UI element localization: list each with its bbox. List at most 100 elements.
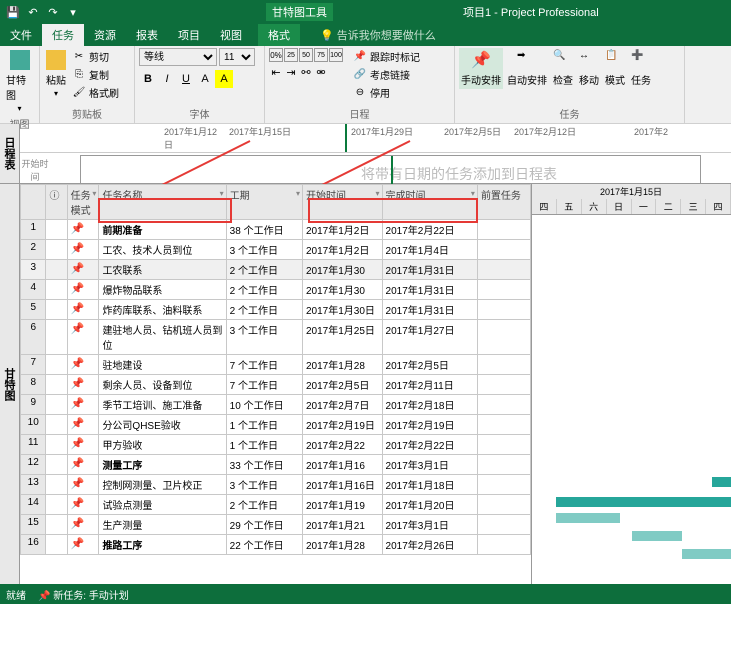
table-row[interactable]: 2 📌 工农、技术人员到位 3 个工作日 2017年1月2日 2017年1月4日 — [21, 240, 531, 260]
table-row[interactable]: 6 📌 建驻地人员、钻机班人员到位 3 个工作日 2017年1月25日 2017… — [21, 320, 531, 355]
pred-cell[interactable] — [477, 475, 530, 495]
start-cell[interactable]: 2017年1月30 — [303, 260, 383, 280]
gantt-bar[interactable] — [556, 513, 620, 523]
finish-cell[interactable]: 2017年2月19日 — [382, 415, 477, 435]
redo-icon[interactable]: ↷ — [44, 3, 62, 21]
pred-cell[interactable] — [477, 260, 530, 280]
table-row[interactable]: 16 📌 推路工序 22 个工作日 2017年1月28 2017年2月26日 — [21, 535, 531, 555]
row-number[interactable]: 13 — [21, 475, 46, 495]
col-name[interactable]: 任务名称▾ — [99, 185, 226, 220]
link-icon[interactable]: ⚯ — [299, 65, 313, 79]
duration-cell[interactable]: 2 个工作日 — [226, 280, 302, 300]
gantt-bar[interactable] — [682, 549, 731, 559]
pred-cell[interactable] — [477, 395, 530, 415]
tell-me[interactable]: 💡 告诉我你想要做什么 — [300, 24, 446, 46]
paste-button[interactable]: 粘贴▾ — [44, 48, 68, 100]
finish-cell[interactable]: 2017年2月22日 — [382, 220, 477, 240]
mode-cell[interactable]: 📌 — [67, 495, 99, 515]
mode-cell[interactable]: 📌 — [67, 455, 99, 475]
col-info[interactable]: ⓘ — [46, 185, 67, 220]
start-cell[interactable]: 2017年1月2日 — [303, 240, 383, 260]
name-cell[interactable]: 推路工序 — [99, 535, 226, 555]
gantt-bar[interactable] — [712, 477, 731, 487]
auto-schedule-button[interactable]: ➡自动安排 — [505, 48, 549, 89]
col-mode[interactable]: 任务模式▾ — [67, 185, 99, 220]
pred-cell[interactable] — [477, 415, 530, 435]
gantt-view-button[interactable]: 甘特图▾ — [4, 48, 35, 115]
track-mark-button[interactable]: 📌跟踪时标记 — [351, 48, 422, 65]
copy-button[interactable]: ⎘复制 — [70, 66, 121, 83]
table-row[interactable]: 15 📌 生产测量 29 个工作日 2017年1月21 2017年3月1日 — [21, 515, 531, 535]
start-cell[interactable]: 2017年2月7日 — [303, 395, 383, 415]
pred-cell[interactable] — [477, 240, 530, 260]
table-row[interactable]: 13 📌 控制网测量、卫片校正 3 个工作日 2017年1月16日 2017年1… — [21, 475, 531, 495]
start-cell[interactable]: 2017年1月28 — [303, 535, 383, 555]
tab-view[interactable]: 视图 — [210, 24, 252, 46]
finish-cell[interactable]: 2017年1月18日 — [382, 475, 477, 495]
info-cell[interactable] — [46, 515, 67, 535]
finish-cell[interactable]: 2017年1月31日 — [382, 260, 477, 280]
name-cell[interactable]: 爆炸物品联系 — [99, 280, 226, 300]
duration-cell[interactable]: 2 个工作日 — [226, 300, 302, 320]
table-row[interactable]: 3 📌 工农联系 2 个工作日 2017年1月30 2017年1月31日 — [21, 260, 531, 280]
fill-color-button[interactable]: A — [215, 70, 233, 88]
duration-cell[interactable]: 10 个工作日 — [226, 395, 302, 415]
start-cell[interactable]: 2017年1月21 — [303, 515, 383, 535]
duration-cell[interactable]: 1 个工作日 — [226, 435, 302, 455]
pred-cell[interactable] — [477, 355, 530, 375]
name-cell[interactable]: 测量工序 — [99, 455, 226, 475]
info-cell[interactable] — [46, 495, 67, 515]
row-number[interactable]: 16 — [21, 535, 46, 555]
start-cell[interactable]: 2017年1月19 — [303, 495, 383, 515]
start-cell[interactable]: 2017年1月2日 — [303, 220, 383, 240]
info-cell[interactable] — [46, 300, 67, 320]
finish-cell[interactable]: 2017年1月20日 — [382, 495, 477, 515]
start-cell[interactable]: 2017年1月30 — [303, 280, 383, 300]
row-number[interactable]: 10 — [21, 415, 46, 435]
start-cell[interactable]: 2017年1月30日 — [303, 300, 383, 320]
gantt-bar[interactable] — [556, 497, 731, 507]
mode-cell[interactable]: 📌 — [67, 415, 99, 435]
finish-cell[interactable]: 2017年2月22日 — [382, 435, 477, 455]
start-cell[interactable]: 2017年2月5日 — [303, 375, 383, 395]
duration-cell[interactable]: 3 个工作日 — [226, 320, 302, 355]
task-button[interactable]: ➕任务 — [629, 48, 653, 89]
pred-cell[interactable] — [477, 535, 530, 555]
info-cell[interactable] — [46, 535, 67, 555]
name-cell[interactable]: 驻地建设 — [99, 355, 226, 375]
tab-report[interactable]: 报表 — [126, 24, 168, 46]
percent-0-icon[interactable]: 0% — [269, 48, 283, 62]
mode-cell[interactable]: 📌 — [67, 240, 99, 260]
save-icon[interactable]: 💾 — [4, 3, 22, 21]
duration-cell[interactable]: 22 个工作日 — [226, 535, 302, 555]
info-cell[interactable] — [46, 375, 67, 395]
table-row[interactable]: 10 📌 分公司QHSE验收 1 个工作日 2017年2月19日 2017年2月… — [21, 415, 531, 435]
name-cell[interactable]: 建驻地人员、钻机班人员到位 — [99, 320, 226, 355]
inspect-button[interactable]: 🔍检查 — [551, 48, 575, 89]
row-number[interactable]: 2 — [21, 240, 46, 260]
mode-cell[interactable]: 📌 — [67, 475, 99, 495]
row-number[interactable]: 12 — [21, 455, 46, 475]
pred-cell[interactable] — [477, 515, 530, 535]
name-cell[interactable]: 控制网测量、卫片校正 — [99, 475, 226, 495]
table-row[interactable]: 8 📌 剩余人员、设备到位 7 个工作日 2017年2月5日 2017年2月11… — [21, 375, 531, 395]
start-cell[interactable]: 2017年2月22 — [303, 435, 383, 455]
mode-cell[interactable]: 📌 — [67, 375, 99, 395]
duration-cell[interactable]: 3 个工作日 — [226, 240, 302, 260]
cut-button[interactable]: ✂剪切 — [70, 48, 121, 65]
info-cell[interactable] — [46, 455, 67, 475]
gantt-bar[interactable] — [632, 531, 682, 541]
pred-cell[interactable] — [477, 455, 530, 475]
tab-project[interactable]: 项目 — [168, 24, 210, 46]
tab-resource[interactable]: 资源 — [84, 24, 126, 46]
move-button[interactable]: ↔移动 — [577, 48, 601, 89]
row-number[interactable]: 7 — [21, 355, 46, 375]
percent-75-icon[interactable]: 75 — [314, 48, 328, 62]
mode-cell[interactable]: 📌 — [67, 435, 99, 455]
duration-cell[interactable]: 7 个工作日 — [226, 375, 302, 395]
duration-cell[interactable]: 38 个工作日 — [226, 220, 302, 240]
start-cell[interactable]: 2017年2月19日 — [303, 415, 383, 435]
mode-cell[interactable]: 📌 — [67, 515, 99, 535]
row-number[interactable]: 9 — [21, 395, 46, 415]
info-cell[interactable] — [46, 260, 67, 280]
